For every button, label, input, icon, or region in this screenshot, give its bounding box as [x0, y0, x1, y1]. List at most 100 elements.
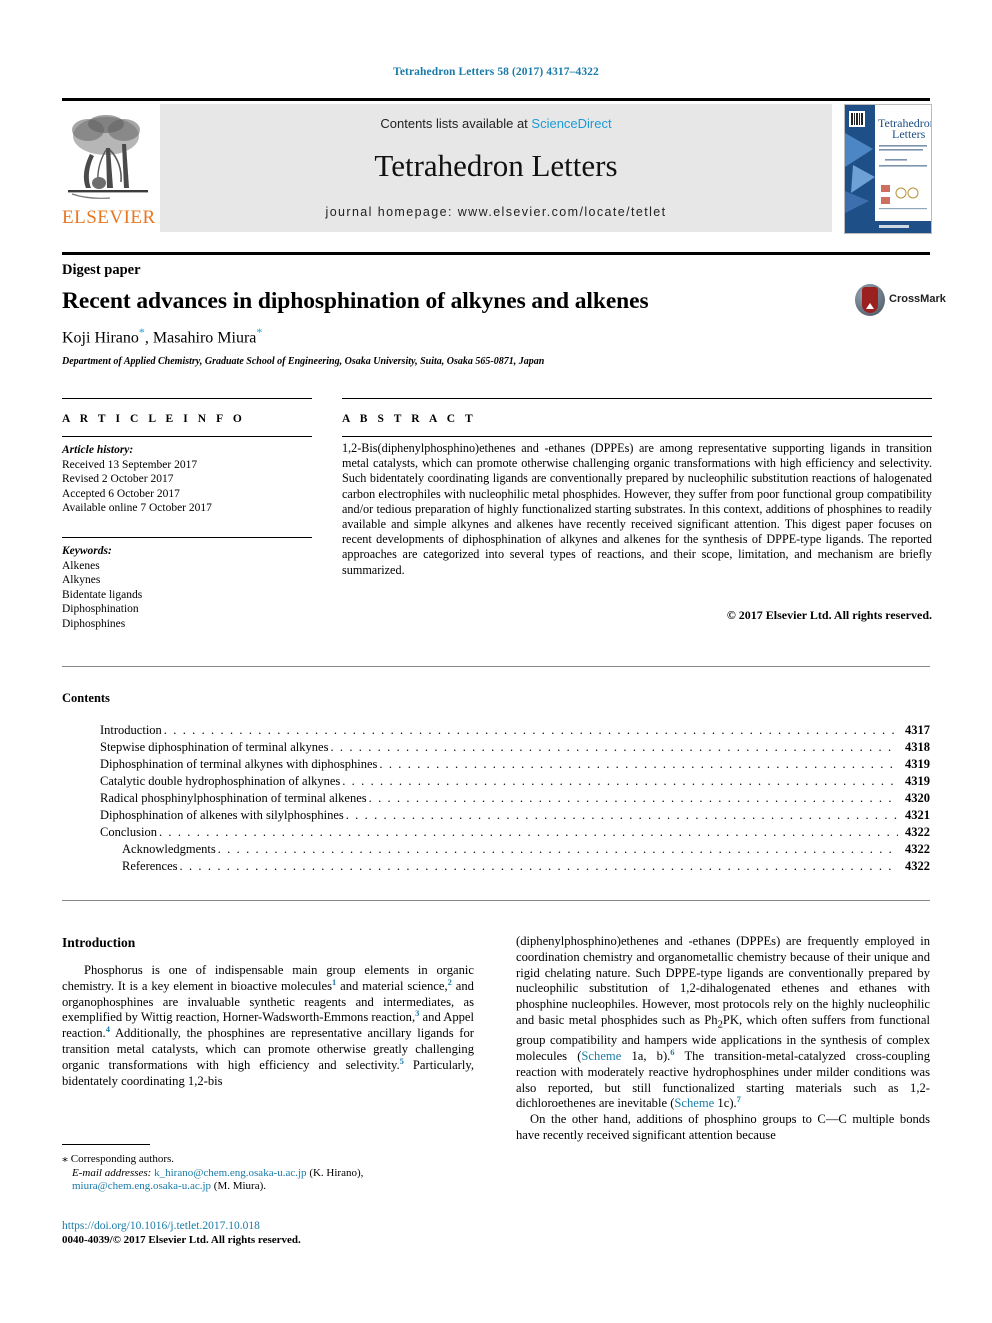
right-paragraph-2: On the other hand, additions of phosphin… — [516, 1112, 930, 1143]
issn-copyright-line: 0040-4039/© 2017 Elsevier Ltd. All right… — [62, 1234, 301, 1246]
toc-label: References — [122, 859, 178, 873]
info-top-rule — [62, 398, 312, 399]
running-head: Tetrahedron Letters 58 (2017) 4317–4322 — [393, 66, 599, 78]
author-list: Koji Hirano*, Masahiro Miura* — [62, 325, 262, 347]
keyword-item: Diphosphines — [62, 617, 126, 630]
contents-heading: Contents — [62, 691, 110, 705]
crossmark-label: CrossMark — [889, 293, 946, 305]
toc-entry[interactable]: Introduction . . . . . . . . . . . . . .… — [100, 723, 930, 740]
right-text-e: 1c). — [714, 1096, 737, 1111]
crossmark-book-shape — [862, 287, 878, 313]
email-addresses-label: E-mail addresses: — [72, 1166, 152, 1179]
toc-entry[interactable]: Catalytic double hydrophosphination of a… — [100, 774, 930, 791]
author-2: Masahiro Miura — [152, 329, 257, 347]
toc-page-number: 4317 — [905, 723, 930, 737]
email-link-miura[interactable]: miura@chem.eng.osaka-u.ac.jp — [72, 1180, 211, 1192]
toc-label: Diphosphination of alkenes with silylpho… — [100, 808, 344, 822]
toc-label: Conclusion — [100, 825, 157, 839]
journal-cover-thumbnail: Tetrahedron Letters — [844, 104, 932, 234]
corresponding-authors-text: Corresponding authors. — [70, 1153, 175, 1165]
footnote-asterisk: ⁎ — [62, 1151, 68, 1165]
toc-entry[interactable]: Acknowledgments . . . . . . . . . . . . … — [100, 842, 930, 859]
toc-entry[interactable]: Diphosphination of alkenes with silylpho… — [100, 808, 930, 825]
citation-ref-7[interactable]: 7 — [737, 1094, 741, 1104]
scheme-1c-link[interactable]: Scheme — [674, 1096, 714, 1110]
abstract-heading: A B S T R A C T — [342, 413, 477, 425]
contents-available-line: Contents lists available at ScienceDirec… — [160, 116, 832, 131]
toc-label: Introduction — [100, 723, 162, 737]
abstract-text: 1,2-Bis(diphenylphosphino)ethenes and -e… — [342, 441, 932, 577]
crossmark-arrow-shape — [866, 303, 874, 309]
corresponding-asterisk-2: * — [256, 325, 263, 339]
article-info-heading: A R T I C L E I N F O — [62, 413, 246, 425]
toc-label: Acknowledgments — [122, 842, 216, 856]
intro-text-b: and material science, — [336, 978, 448, 993]
toc-entry[interactable]: Diphosphination of terminal alkynes with… — [100, 757, 930, 774]
contents-top-rule — [62, 666, 930, 667]
cover-art: Tetrahedron Letters — [845, 105, 931, 233]
toc-page-number: 4318 — [905, 740, 930, 754]
keyword-item: Alkenes — [62, 559, 100, 572]
affiliation: Department of Applied Chemistry, Graduat… — [62, 356, 545, 367]
toc-leader: . . . . . . . . . . . . . . . . . . . . … — [330, 740, 898, 754]
author-1: Koji Hirano — [62, 329, 139, 347]
paper-page: Tetrahedron Letters 58 (2017) 4317–4322 — [0, 0, 992, 1323]
masthead-bottom-rule — [62, 252, 930, 255]
right-paragraph-1: (diphenylphosphino)ethenes and -ethanes … — [516, 934, 930, 1112]
elsevier-logo: ELSEVIER — [62, 104, 156, 232]
elsevier-wordmark: ELSEVIER — [62, 207, 156, 228]
doi-link[interactable]: https://doi.org/10.1016/j.tetlet.2017.10… — [62, 1219, 474, 1233]
sciencedirect-link[interactable]: ScienceDirect — [531, 116, 611, 131]
sciencedirect-band: Contents lists available at ScienceDirec… — [160, 104, 832, 232]
toc-entry[interactable]: Conclusion . . . . . . . . . . . . . . .… — [100, 825, 930, 842]
toc-entry[interactable]: Stepwise diphosphination of terminal alk… — [100, 740, 930, 757]
toc-entry[interactable]: Radical phosphinylphosphination of termi… — [100, 791, 930, 808]
contents-bottom-rule — [62, 900, 930, 901]
toc-leader: . . . . . . . . . . . . . . . . . . . . … — [342, 774, 898, 788]
elsevier-tree-icon — [68, 115, 148, 199]
scheme-1ab-link[interactable]: Scheme — [581, 1049, 621, 1063]
journal-homepage-line[interactable]: journal homepage: www.elsevier.com/locat… — [160, 205, 832, 219]
abstract-heading-rule — [342, 436, 932, 437]
keyword-item: Diphosphination — [62, 603, 139, 615]
toc-page-number: 4321 — [905, 808, 930, 822]
page-title: Recent advances in diphosphination of al… — [62, 288, 649, 314]
crossmark-icon — [855, 284, 885, 316]
crossmark-badge[interactable]: CrossMark — [855, 284, 946, 318]
journal-masthead: ELSEVIER Contents lists available at Sci… — [62, 104, 932, 234]
keywords-label: Keywords: — [62, 545, 112, 557]
right-text-c: 1a, b). — [621, 1049, 671, 1064]
doi-block: https://doi.org/10.1016/j.tetlet.2017.10… — [62, 1219, 474, 1247]
journal-title: Tetrahedron Letters — [374, 148, 618, 183]
body-column-right: (diphenylphosphino)ethenes and -ethanes … — [516, 934, 930, 1144]
keyword-item: Bidentate ligands — [62, 588, 143, 601]
toc-leader: . . . . . . . . . . . . . . . . . . . . … — [217, 842, 898, 856]
abstract-copyright: © 2017 Elsevier Ltd. All rights reserved… — [726, 608, 932, 622]
toc-leader: . . . . . . . . . . . . . . . . . . . . … — [158, 825, 898, 839]
email-addresses-note: E-mail addresses: k_hirano@chem.eng.osak… — [62, 1167, 474, 1194]
masthead-top-rule — [62, 98, 930, 101]
toc-entry[interactable]: References . . . . . . . . . . . . . . .… — [100, 859, 930, 876]
history-revised: Revised 2 October 2017 — [62, 473, 174, 485]
history-online: Available online 7 October 2017 — [62, 502, 212, 514]
svg-text:Letters: Letters — [892, 127, 926, 141]
toc-page-number: 4319 — [905, 757, 930, 771]
toc-leader: . . . . . . . . . . . . . . . . . . . . … — [179, 859, 898, 873]
toc-page-number: 4320 — [905, 791, 930, 805]
article-history-block: Article history: Received 13 September 2… — [62, 443, 312, 516]
toc-leader: . . . . . . . . . . . . . . . . . . . . … — [163, 723, 898, 737]
contents-available-text: Contents lists available at — [380, 116, 532, 131]
history-accepted: Accepted 6 October 2017 — [62, 487, 180, 500]
keywords-top-rule — [62, 537, 312, 538]
toc-page-number: 4322 — [905, 859, 930, 873]
keywords-block: Keywords: Alkenes Alkynes Bidentate liga… — [62, 544, 312, 631]
toc-page-number: 4319 — [905, 774, 930, 788]
toc-label: Stepwise diphosphination of terminal alk… — [100, 740, 329, 754]
toc-label: Radical phosphinylphosphination of termi… — [100, 791, 367, 805]
email-name-miura: (M. Miura). — [211, 1180, 267, 1192]
article-type-label: Digest paper — [62, 262, 141, 278]
toc-page-number: 4322 — [905, 842, 930, 856]
email-link-hirano[interactable]: k_hirano@chem.eng.osaka-u.ac.jp — [154, 1167, 306, 1179]
corresponding-authors-note: ⁎ Corresponding authors. — [62, 1151, 474, 1167]
section-heading-introduction: Introduction — [62, 935, 136, 950]
